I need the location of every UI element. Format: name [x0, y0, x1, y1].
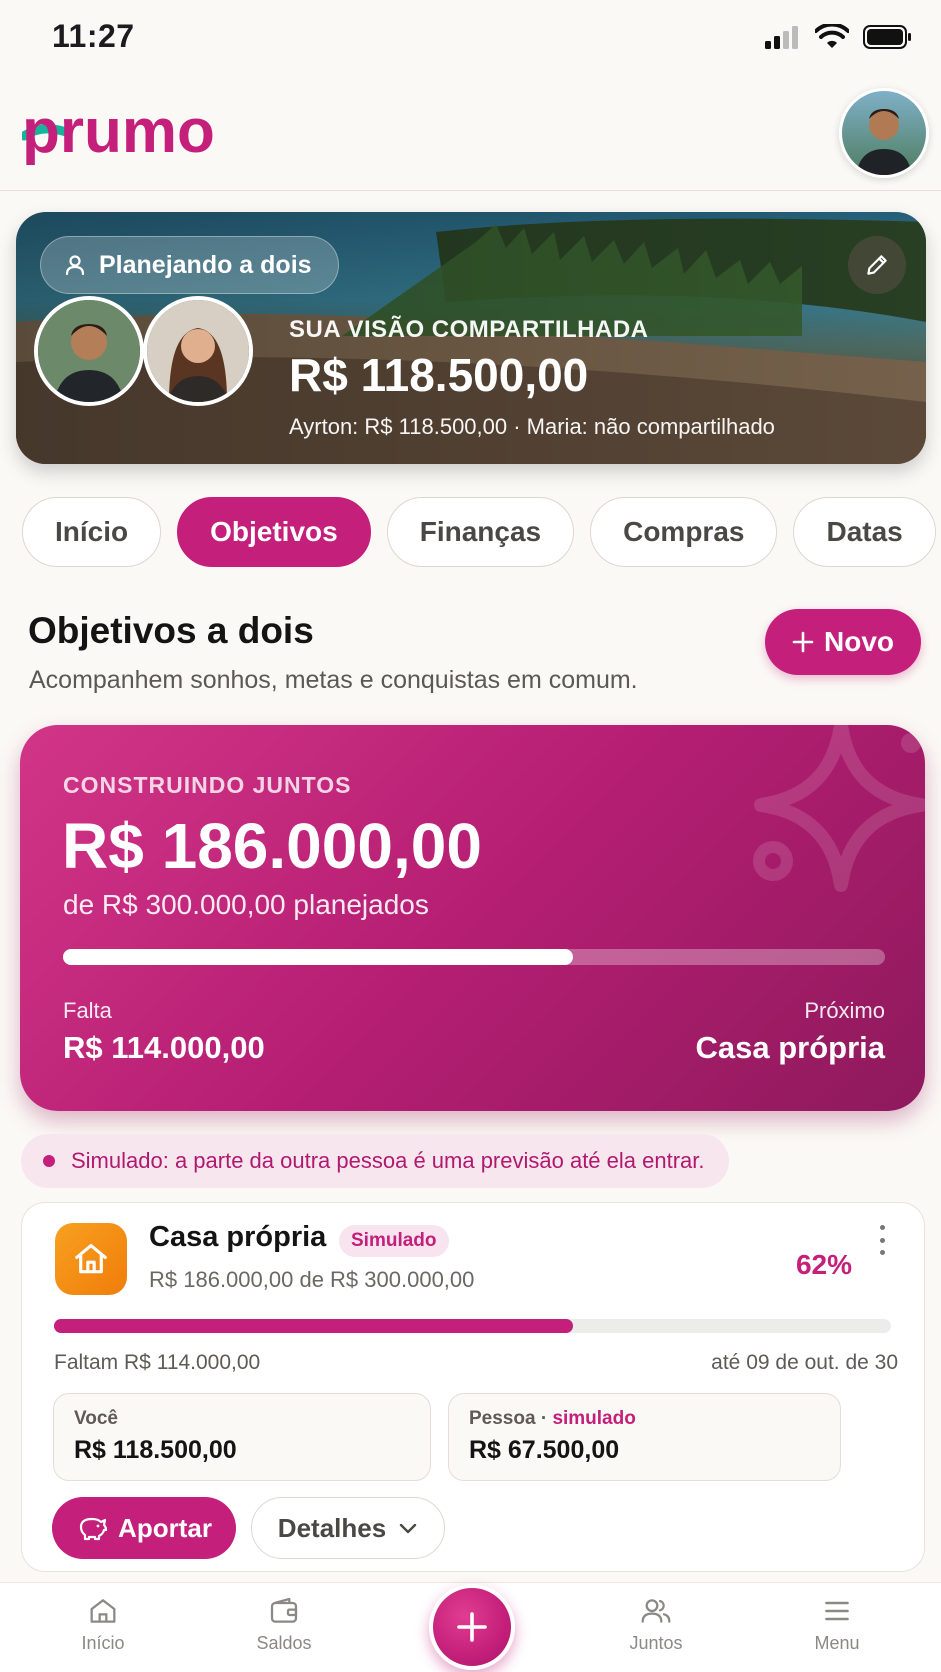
- joint-progress-bar: [63, 949, 885, 965]
- your-contribution-value: R$ 118.500,00: [74, 1436, 237, 1464]
- tab-financas[interactable]: Finanças: [386, 497, 575, 567]
- goal-card-casa-propria[interactable]: Casa própria Simulado R$ 186.000,00 de R…: [21, 1202, 925, 1572]
- section-title: Objetivos a dois: [28, 610, 314, 651]
- nav-juntos-label: Juntos: [629, 1633, 683, 1653]
- nav-menu-label: Menu: [814, 1633, 860, 1653]
- shared-vision-label: SUA VISÃO COMPARTILHADA: [289, 316, 649, 343]
- contribute-button[interactable]: Aportar: [52, 1497, 236, 1559]
- svg-text:prumo: prumo: [22, 100, 215, 166]
- house-icon: [55, 1223, 127, 1295]
- edit-banner-button[interactable]: [848, 236, 906, 294]
- partner-avatar-ayrton[interactable]: [34, 296, 144, 406]
- next-goal-value: Casa própria: [695, 1030, 885, 1065]
- nav-inicio-label: Início: [81, 1633, 125, 1653]
- your-contribution-box: Você R$ 118.500,00: [53, 1393, 431, 1481]
- tab-datas[interactable]: Datas: [793, 497, 936, 567]
- add-fab-button[interactable]: [429, 1584, 515, 1670]
- details-label: Detalhes: [277, 1512, 387, 1543]
- next-goal-label: Próximo: [804, 998, 885, 1023]
- goal-amount-summary: R$ 186.000,00 de R$ 300.000,00: [149, 1267, 475, 1292]
- joint-progress-card: CONSTRUINDO JUNTOS R$ 186.000,00 de R$ 3…: [20, 725, 925, 1111]
- app-logo[interactable]: prumo: [19, 97, 222, 170]
- goal-due-date: até 09 de out. de 30: [711, 1351, 898, 1374]
- notice-dot-icon: [43, 1155, 55, 1167]
- shared-vision-breakdown: Ayrton: R$ 118.500,00 · Maria: não compa…: [289, 414, 775, 439]
- simulation-notice: Simulado: a parte da outra pessoa é uma …: [21, 1134, 729, 1188]
- menu-icon: [825, 1601, 849, 1621]
- partner-contribution-value: R$ 67.500,00: [469, 1436, 620, 1464]
- nav-juntos[interactable]: Juntos: [596, 1595, 716, 1654]
- new-goal-button[interactable]: Novo: [765, 609, 921, 675]
- more-options-icon[interactable]: [870, 1225, 894, 1255]
- chevron-down-icon: [399, 1523, 417, 1534]
- partner-contribution-box: Pessoa · simulado R$ 67.500,00: [448, 1393, 841, 1481]
- goal-progress-bar-fill: [54, 1319, 573, 1333]
- plus-icon: [792, 631, 814, 653]
- joint-progress-planned: de R$ 300.000,00 planejados: [63, 889, 429, 920]
- simulated-tag: simulado: [552, 1408, 636, 1429]
- home-icon: [90, 1599, 116, 1623]
- planning-together-pill[interactable]: Planejando a dois: [40, 236, 339, 294]
- simulation-notice-text: Simulado: a parte da outra pessoa é uma …: [71, 1148, 705, 1173]
- header-divider: [0, 190, 941, 191]
- sparkle-decoration-icon: [753, 725, 925, 892]
- nav-saldos[interactable]: Saldos: [224, 1595, 344, 1654]
- partner-avatar-maria[interactable]: [143, 296, 253, 406]
- nav-saldos-label: Saldos: [256, 1633, 312, 1653]
- goal-title: Casa própria: [149, 1221, 327, 1253]
- piggy-bank-icon: [79, 1517, 108, 1541]
- tab-compras[interactable]: Compras: [590, 497, 778, 567]
- partner-contribution-label: Pessoa · simulado: [469, 1408, 636, 1429]
- nav-inicio[interactable]: Início: [43, 1595, 163, 1654]
- status-time: 11:27: [52, 18, 135, 54]
- remaining-value: R$ 114.000,00: [63, 1030, 265, 1065]
- new-goal-label: Novo: [824, 626, 894, 657]
- planning-pill-label: Planejando a dois: [99, 250, 312, 279]
- contribute-label: Aportar: [118, 1512, 212, 1543]
- wifi-icon: [815, 24, 849, 48]
- tab-inicio[interactable]: Início: [22, 497, 162, 567]
- shared-vision-amount: R$ 118.500,00: [289, 349, 589, 401]
- goal-progress-bar: [54, 1319, 891, 1333]
- details-button[interactable]: Detalhes: [251, 1497, 445, 1559]
- shared-vision-banner: Planejando a dois SUA VISÃO COMPARTILHAD…: [16, 212, 926, 464]
- your-contribution-label: Você: [74, 1408, 119, 1429]
- status-icons: [765, 24, 913, 50]
- pencil-icon: [867, 255, 887, 275]
- joint-progress-bar-fill: [63, 949, 573, 965]
- remaining-label: Falta: [63, 998, 112, 1023]
- person-icon: [65, 255, 85, 276]
- tab-objetivos[interactable]: Objetivos: [177, 497, 371, 567]
- nav-menu[interactable]: Menu: [777, 1595, 897, 1654]
- profile-avatar[interactable]: [839, 88, 929, 178]
- battery-icon: [863, 25, 911, 49]
- signal-icon: [765, 26, 798, 49]
- goal-percent: 62%: [795, 1249, 852, 1280]
- joint-progress-label: CONSTRUINDO JUNTOS: [63, 772, 352, 798]
- wallet-icon: [270, 1597, 298, 1623]
- simulated-badge: Simulado: [339, 1225, 449, 1257]
- plus-icon: [457, 1612, 487, 1642]
- tab-bar: Início Objetivos Finanças Compras Datas: [22, 497, 936, 567]
- section-subtitle: Acompanhem sonhos, metas e conquistas em…: [29, 666, 638, 694]
- people-icon: [641, 1599, 671, 1623]
- goal-remaining: Faltam R$ 114.000,00: [54, 1351, 261, 1374]
- joint-progress-amount: R$ 186.000,00: [62, 810, 482, 882]
